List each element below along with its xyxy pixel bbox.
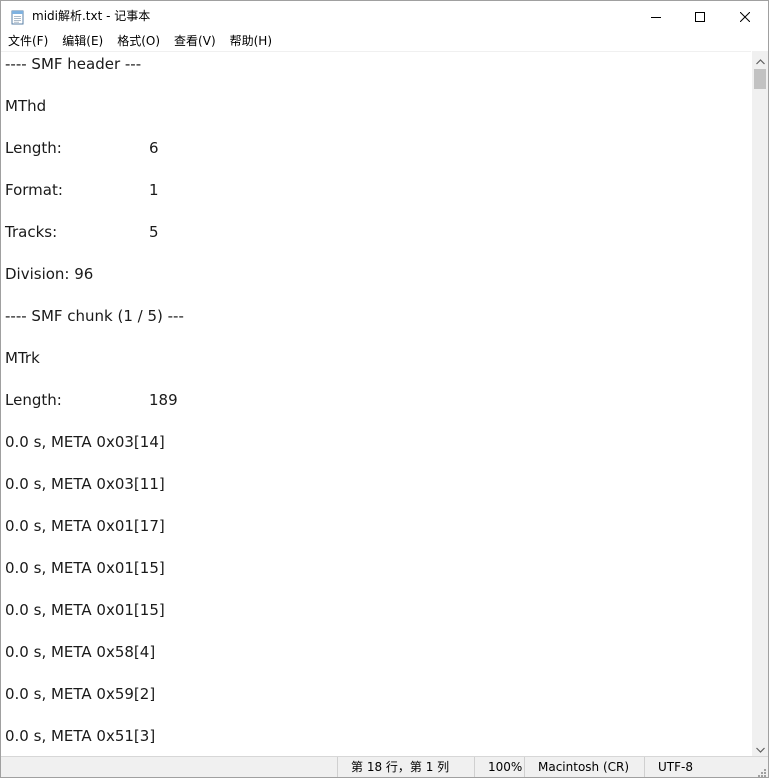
scroll-up-arrow-icon xyxy=(755,50,765,69)
text-line: Length: 6 xyxy=(5,138,159,158)
scroll-up-button[interactable] xyxy=(752,51,768,68)
menu-help[interactable]: 帮助(H) xyxy=(223,32,279,51)
title-bar[interactable]: midi解析.txt - 记事本 xyxy=(1,1,768,32)
text-line: 0.0 s, META 0x01[15] xyxy=(5,558,165,578)
text-line: 0.0 s, META 0x59[2] xyxy=(5,684,155,704)
status-zoom: 100% xyxy=(474,757,524,777)
line-value: 5 xyxy=(149,223,159,241)
line-text: 0.0 s, META 0x58[4] xyxy=(5,643,156,661)
notepad-icon xyxy=(10,9,26,25)
text-line: 0.0 s, META 0x58[4] xyxy=(5,642,155,662)
window-title: midi解析.txt - 记事本 xyxy=(32,9,151,23)
text-line: Length: 189 xyxy=(5,390,178,410)
minimize-icon xyxy=(651,7,661,26)
text-line: Format: 1 xyxy=(5,180,159,200)
line-text: 0.0 s, META 0x03[14] xyxy=(5,433,165,451)
line-text: Length: xyxy=(5,391,62,409)
line-text: Division: 96 xyxy=(5,265,94,283)
scroll-down-button[interactable] xyxy=(752,739,768,756)
scroll-down-arrow-icon xyxy=(755,738,765,757)
line-value: 6 xyxy=(149,139,159,157)
menu-edit[interactable]: 编辑(E) xyxy=(55,32,110,51)
text-line: Division: 96 xyxy=(5,264,93,284)
line-text: 0.0 s, META 0x01[15] xyxy=(5,601,165,619)
line-text: 0.0 s, META 0x01[15] xyxy=(5,559,165,577)
status-cursor-position: 第 18 行，第 1 列 xyxy=(337,757,474,777)
text-line: 0.0 s, META 0x51[3] xyxy=(5,726,155,746)
scrollbar-thumb[interactable] xyxy=(754,69,766,89)
line-value: 189 xyxy=(149,391,178,409)
line-text: Length: xyxy=(5,139,62,157)
line-value: 1 xyxy=(149,181,159,199)
close-button[interactable] xyxy=(722,1,768,32)
text-line: 0.0 s, META 0x03[14] xyxy=(5,432,165,452)
maximize-button[interactable] xyxy=(677,1,723,32)
vertical-scrollbar[interactable] xyxy=(752,51,768,756)
line-text: 0.0 s, META 0x01[17] xyxy=(5,517,165,535)
text-line: MTrk xyxy=(5,348,40,368)
line-text: ---- SMF chunk (1 / 5) --- xyxy=(5,307,184,325)
line-text: MThd xyxy=(5,97,47,115)
text-line: Tracks: 5 xyxy=(5,222,159,242)
menu-file[interactable]: 文件(F) xyxy=(1,32,55,51)
line-text: Tracks: xyxy=(5,223,58,241)
status-spacer xyxy=(1,757,337,777)
text-line: ---- SMF chunk (1 / 5) --- xyxy=(5,306,184,326)
line-text: 0.0 s, META 0x03[11] xyxy=(5,475,165,493)
close-icon xyxy=(739,7,751,26)
resize-grip-icon[interactable] xyxy=(757,767,767,777)
maximize-icon xyxy=(695,7,705,26)
text-line: MThd xyxy=(5,96,46,116)
text-line: 0.0 s, META 0x01[15] xyxy=(5,600,165,620)
line-text: MTrk xyxy=(5,349,40,367)
menu-bar: 文件(F) 编辑(E) 格式(O) 查看(V) 帮助(H) xyxy=(1,32,768,51)
text-line: ---- SMF header --- xyxy=(5,54,141,74)
status-encoding: UTF-8 xyxy=(644,757,768,777)
text-editor[interactable]: ---- SMF header --- MThd Length: 6 Format… xyxy=(1,51,751,757)
line-text: 0.0 s, META 0x51[3] xyxy=(5,727,156,745)
minimize-button[interactable] xyxy=(633,1,679,32)
menu-view[interactable]: 查看(V) xyxy=(167,32,223,51)
line-text: 0.0 s, META 0x59[2] xyxy=(5,685,156,703)
text-line: 0.0 s, META 0x01[17] xyxy=(5,516,165,536)
status-bar: 第 18 行，第 1 列 100% Macintosh (CR) UTF-8 xyxy=(1,756,768,777)
status-line-ending: Macintosh (CR) xyxy=(524,757,644,777)
menu-format[interactable]: 格式(O) xyxy=(110,32,167,51)
line-text: ---- SMF header --- xyxy=(5,55,142,73)
notepad-window: midi解析.txt - 记事本 文件(F) 编辑(E) 格式(O) 查看(V) xyxy=(0,0,769,778)
text-line: 0.0 s, META 0x03[11] xyxy=(5,474,165,494)
line-text: Format: xyxy=(5,181,63,199)
